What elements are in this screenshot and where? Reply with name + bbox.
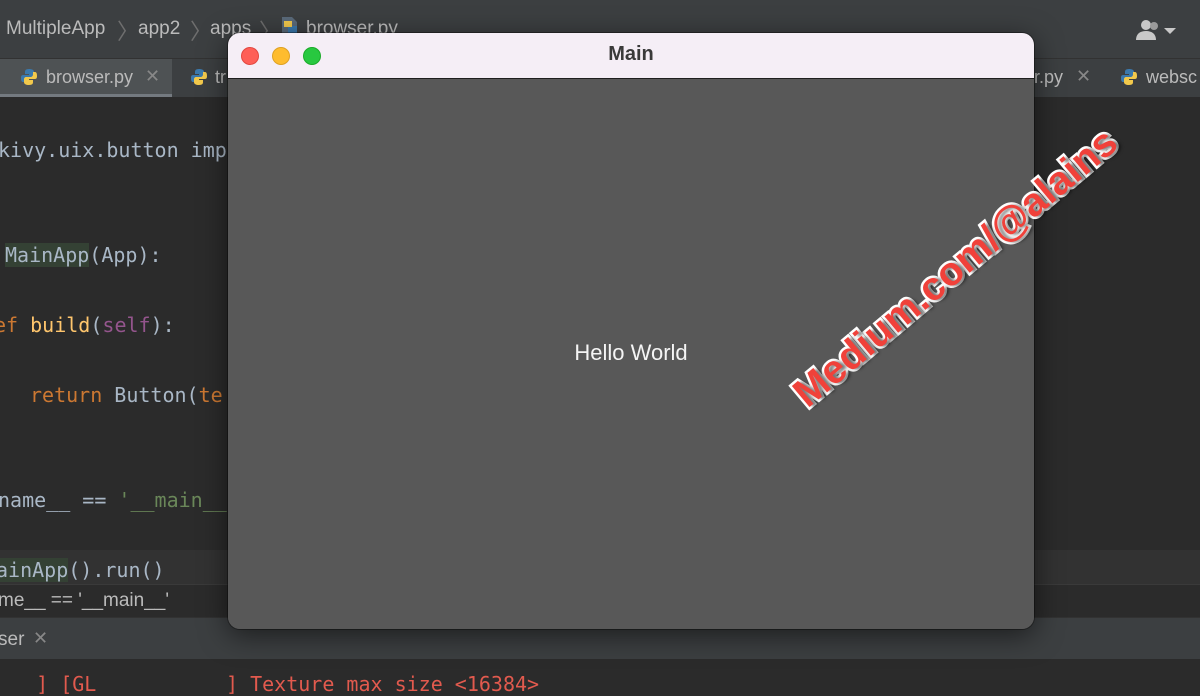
user-account-icon[interactable]	[1134, 18, 1178, 42]
run-console[interactable]: ] [GL ] Texture max size <16384>	[0, 659, 1200, 696]
breadcrumb-folder-app2[interactable]: app2	[138, 18, 180, 40]
tab-browser-py[interactable]: browser.py ✕	[0, 59, 172, 97]
tab-label: tr	[215, 67, 226, 87]
code-breadcrumb-text: me__ == '__main__'	[0, 590, 169, 611]
window-title: Main	[608, 43, 654, 65]
code-line-return: return Button(te	[30, 383, 223, 407]
code-line-def: ef build(self):	[0, 313, 175, 337]
tab-label: browser.py	[46, 67, 134, 87]
window-titlebar[interactable]: Main	[228, 33, 1034, 79]
console-text-part2: ] Texture max size <16384>	[226, 672, 540, 696]
python-file-icon	[1121, 69, 1137, 85]
close-icon[interactable]: ✕	[1076, 66, 1091, 87]
breadcrumb-project[interactable]: MultipleApp	[6, 18, 105, 40]
hello-world-label: Hello World	[574, 340, 688, 365]
close-icon[interactable]: ✕	[145, 66, 160, 87]
code-line-main-check: name__ == '__main__	[0, 488, 227, 512]
breadcrumb-separator: 〉	[190, 19, 213, 44]
console-text-part1: ] [GL	[0, 672, 97, 696]
close-icon[interactable]: ✕	[33, 628, 48, 649]
tab-websc[interactable]: websc	[1110, 59, 1200, 97]
code-line-class: MainApp(App):	[5, 243, 162, 267]
tab-label: websc	[1146, 67, 1198, 87]
code-line-run: ainApp().run()	[0, 558, 165, 582]
python-file-icon	[191, 69, 207, 85]
hello-world-button[interactable]: Hello World	[228, 79, 1034, 629]
run-tab-label[interactable]: ser	[0, 629, 24, 651]
code-line-import: kivy.uix.button imp	[0, 138, 227, 162]
tab-truncated[interactable]: tr	[172, 59, 232, 97]
python-file-icon	[21, 69, 37, 85]
breadcrumb-separator: 〉	[117, 19, 140, 44]
tab-label: r.py	[1034, 67, 1064, 87]
